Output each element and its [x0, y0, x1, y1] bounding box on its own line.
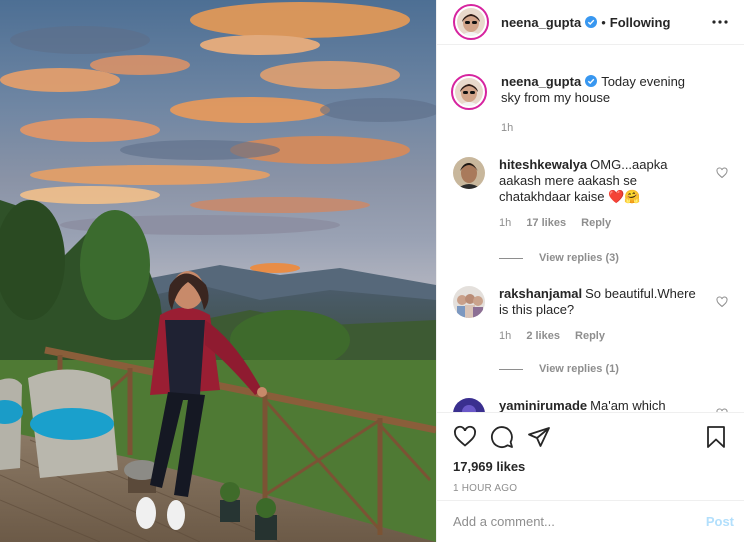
caption-body: neena_gupta Today evening sky from my hou…: [501, 74, 728, 136]
reply-button[interactable]: Reply: [581, 217, 611, 229]
instagram-post: neena_gupta • Following neena_gupta Toda…: [0, 0, 744, 542]
sunset-mountain-photo: [0, 0, 436, 542]
comment-bubble-icon[interactable]: [490, 425, 514, 449]
caption-time[interactable]: 1h: [501, 122, 513, 134]
share-paper-plane-icon[interactable]: [527, 425, 551, 449]
separator-dot: •: [601, 14, 606, 30]
avatar-image: [455, 78, 483, 106]
replies-line: [499, 257, 523, 259]
verified-badge-icon: [585, 75, 598, 87]
add-comment-bar: Add a comment... Post: [437, 500, 744, 542]
comments-list[interactable]: neena_gupta Today evening sky from my hou…: [437, 56, 744, 412]
commenter-avatar[interactable]: [453, 398, 485, 412]
post-header: neena_gupta • Following: [437, 0, 744, 45]
more-options-icon[interactable]: [708, 10, 732, 34]
verified-badge-icon: [585, 16, 598, 28]
post-comment-button[interactable]: Post: [706, 514, 734, 529]
comment-body: rakshanjamal So beautiful.Where is this p…: [499, 286, 728, 344]
caption-avatar[interactable]: [451, 74, 487, 110]
avatar-image: [453, 398, 485, 412]
view-replies-label: View replies (3): [539, 252, 619, 264]
like-comment-heart-icon[interactable]: [716, 167, 728, 179]
author-username[interactable]: neena_gupta: [501, 15, 581, 30]
comment-emoji: ❤️🤗: [608, 189, 641, 204]
likes-count[interactable]: 17,969 likes: [453, 459, 728, 474]
avatar-image: [457, 8, 485, 36]
avatar-image: [453, 157, 485, 189]
post-actions: 17,969 likes 1 HOUR AGO: [437, 412, 744, 494]
comment-item: hiteshkewalya OMG...aapka aakash mere aak…: [453, 157, 728, 231]
comment-item: rakshanjamal So beautiful.Where is this p…: [453, 286, 728, 344]
comment-body: yaminirumade Ma'am which: [499, 398, 728, 412]
caption: neena_gupta Today evening sky from my hou…: [451, 74, 728, 136]
post-timestamp[interactable]: 1 HOUR AGO: [453, 483, 728, 494]
add-comment-input[interactable]: Add a comment...: [453, 514, 706, 529]
replies-line: [499, 368, 523, 370]
comment-likes[interactable]: 17 likes: [526, 217, 566, 229]
comment-text: Ma'am which: [590, 398, 666, 412]
comment-username[interactable]: yaminirumade: [499, 398, 587, 412]
view-replies-label: View replies (1): [539, 363, 619, 375]
comment-time[interactable]: 1h: [499, 217, 511, 229]
action-icons: [453, 421, 728, 453]
like-comment-heart-icon[interactable]: [716, 296, 728, 308]
like-heart-icon[interactable]: [453, 425, 477, 449]
caption-username[interactable]: neena_gupta: [501, 74, 581, 89]
comment-item: yaminirumade Ma'am which: [453, 398, 728, 412]
following-button[interactable]: Following: [610, 15, 671, 30]
post-photo[interactable]: [0, 0, 436, 542]
post-sidebar: neena_gupta • Following neena_gupta Toda…: [436, 0, 744, 542]
commenter-avatar[interactable]: [453, 286, 485, 318]
comment-username[interactable]: hiteshkewalya: [499, 157, 587, 172]
comment-time[interactable]: 1h: [499, 330, 511, 342]
comment-username[interactable]: rakshanjamal: [499, 286, 582, 301]
view-replies-button[interactable]: View replies (3): [499, 252, 619, 264]
comment-likes[interactable]: 2 likes: [526, 330, 560, 342]
author-avatar[interactable]: [453, 4, 489, 40]
commenter-avatar[interactable]: [453, 157, 485, 189]
save-bookmark-icon[interactable]: [704, 425, 728, 449]
comment-body: hiteshkewalya OMG...aapka aakash mere aak…: [499, 157, 728, 231]
avatar-image: [453, 286, 485, 318]
reply-button[interactable]: Reply: [575, 330, 605, 342]
view-replies-button[interactable]: View replies (1): [499, 363, 619, 375]
